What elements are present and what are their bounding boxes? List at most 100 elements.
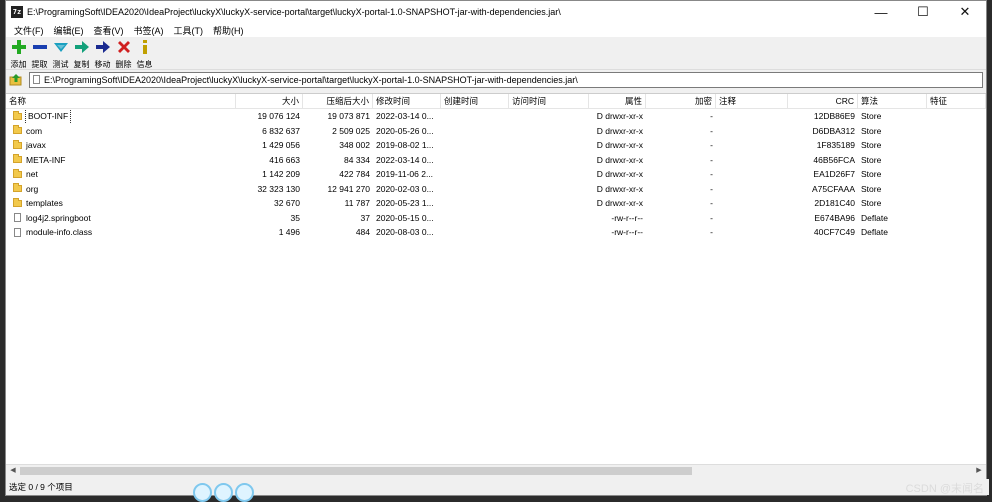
status-bar: 选定 0 / 9 个项目 xyxy=(6,479,989,495)
menu-item[interactable]: 帮助(H) xyxy=(208,24,249,37)
crc-cell: EA1D26F7 xyxy=(813,169,855,179)
method-cell: Store xyxy=(861,111,882,121)
column-header-attributes[interactable]: 属性 xyxy=(589,94,646,108)
table-row[interactable]: META-INF 416 663 84 334 2022-03-14 0... D dr… xyxy=(6,153,986,168)
encrypted-cell: - xyxy=(710,140,713,150)
encrypted-cell: - xyxy=(710,111,713,121)
toolbar-copy-button[interactable]: 复制 xyxy=(71,37,92,69)
packed-size-cell: 484 xyxy=(355,227,370,237)
packed-size-cell: 2 509 025 xyxy=(332,125,370,136)
column-header-comment[interactable]: 注释 xyxy=(716,94,788,108)
attributes-cell: D drwxr-xr-x xyxy=(596,125,643,136)
scroll-right-icon[interactable]: ▶ xyxy=(974,467,984,475)
folder-icon xyxy=(13,168,22,178)
method-cell: Deflate xyxy=(861,212,888,223)
crc-cell: D6DBA312 xyxy=(812,125,855,136)
folder-icon xyxy=(13,110,22,120)
crc-cell: 12DB86E9 xyxy=(813,111,855,121)
table-row[interactable]: module-info.class 1 496 484 2020-08-03 0...… xyxy=(6,225,986,240)
column-header-packed-size[interactable]: 压缩后大小 xyxy=(303,94,373,108)
column-header-encrypted[interactable]: 加密 xyxy=(646,94,716,108)
name-cell: javax xyxy=(6,138,236,153)
menu-item[interactable]: 文件(F) xyxy=(9,24,49,37)
encrypted-cell: - xyxy=(710,125,713,136)
crc-cell: E674BA96 xyxy=(814,212,855,223)
folder-up-icon[interactable] xyxy=(9,73,23,87)
table-row[interactable]: org 32 323 130 12 941 270 2020-02-03 0... D … xyxy=(6,182,986,197)
toolbar-info-button[interactable]: 信息 xyxy=(134,37,155,69)
crc-cell: 2D181C40 xyxy=(814,198,855,208)
attributes-cell: D drwxr-xr-x xyxy=(596,140,643,150)
toolbar-label: 测试 xyxy=(52,60,69,69)
method-cell: Deflate xyxy=(861,227,888,237)
encrypted-cell: - xyxy=(710,183,713,194)
column-header-size[interactable]: 大小 xyxy=(236,94,303,108)
address-text: E:\ProgramingSoft\IDEA2020\IdeaProject\l… xyxy=(44,75,578,85)
toolbar-test-button[interactable]: 测试 xyxy=(50,37,71,69)
column-header-crc[interactable]: CRC xyxy=(788,94,858,108)
file-icon xyxy=(14,213,21,223)
modified-cell: 2019-08-02 1... xyxy=(376,140,434,150)
menu-item[interactable]: 查看(V) xyxy=(89,24,129,37)
encrypted-cell: - xyxy=(710,212,713,223)
packed-size-cell: 19 073 871 xyxy=(327,111,370,121)
attributes-cell: -rw-r--r-- xyxy=(611,227,643,237)
minimize-button[interactable]: — xyxy=(860,1,902,23)
table-row[interactable]: com 6 832 637 2 509 025 2020-05-26 0... D dr… xyxy=(6,124,986,139)
method-cell: Store xyxy=(861,183,882,194)
folder-icon xyxy=(13,154,22,164)
method-cell: Store xyxy=(861,125,882,136)
toolbar-delete-button[interactable]: 删除 xyxy=(113,37,134,69)
copy-icon xyxy=(74,39,90,57)
column-header-method[interactable]: 算法 xyxy=(858,94,927,108)
toolbar-label: 添加 xyxy=(10,60,27,69)
modified-cell: 2019-11-06 2... xyxy=(376,169,434,179)
menu-item[interactable]: 书签(A) xyxy=(129,24,169,37)
toolbar-add-button[interactable]: 添加 xyxy=(8,37,29,69)
column-header-modified[interactable]: 修改时间 xyxy=(373,94,441,108)
scrollbar-thumb[interactable] xyxy=(20,467,692,475)
attributes-cell: D drwxr-xr-x xyxy=(596,198,643,208)
table-row[interactable]: net 1 142 209 422 784 2019-11-06 2... D drwx… xyxy=(6,167,986,182)
packed-size-cell: 422 784 xyxy=(339,169,370,179)
maximize-button[interactable]: ☐ xyxy=(902,1,944,23)
info-icon xyxy=(137,39,153,57)
name-cell: META-INF xyxy=(6,153,236,168)
extract-icon xyxy=(32,39,48,57)
table-row[interactable]: BOOT-INF 19 076 124 19 073 871 2022-03-14 0… xyxy=(6,109,986,124)
horizontal-scrollbar[interactable]: ◀ ▶ xyxy=(6,464,986,477)
menu-bar: 文件(F) 编辑(E) 查看(V) 书签(A) 工具(T) 帮助(H) xyxy=(6,23,986,37)
address-input[interactable]: E:\ProgramingSoft\IDEA2020\IdeaProject\l… xyxy=(29,72,983,88)
file-list[interactable]: 名称 大小 压缩后大小 修改时间 创建时间 访问时间 属性 加密 注释 CRC … xyxy=(6,93,986,465)
column-header-characteristics[interactable]: 特征 xyxy=(927,94,986,108)
packed-size-cell: 348 002 xyxy=(339,140,370,150)
archive-window: 7z E:\ProgramingSoft\IDEA2020\IdeaProjec… xyxy=(5,0,989,496)
attributes-cell: D drwxr-xr-x xyxy=(596,154,643,165)
attributes-cell: D drwxr-xr-x xyxy=(596,169,643,179)
packed-size-cell: 12 941 270 xyxy=(327,183,370,194)
modified-cell: 2022-03-14 0... xyxy=(376,154,434,165)
item-name: META-INF xyxy=(26,154,66,165)
table-row[interactable]: javax 1 429 056 348 002 2019-08-02 1... D dr… xyxy=(6,138,986,153)
modified-cell: 2020-05-15 0... xyxy=(376,212,434,223)
scroll-left-icon[interactable]: ◀ xyxy=(8,467,18,475)
toolbar-move-button[interactable]: 移动 xyxy=(92,37,113,69)
title-bar[interactable]: 7z E:\ProgramingSoft\IDEA2020\IdeaProjec… xyxy=(6,1,986,23)
crc-cell: 40CF7C49 xyxy=(813,227,855,237)
close-button[interactable]: ✕ xyxy=(944,1,986,23)
encrypted-cell: - xyxy=(710,198,713,208)
folder-icon xyxy=(13,197,22,207)
add-icon xyxy=(11,39,27,57)
table-row[interactable]: templates 32 670 11 787 2020-05-23 1... D dr… xyxy=(6,196,986,211)
bubble-icon xyxy=(193,483,212,502)
table-row[interactable]: log4j2.springboot 35 37 2020-05-15 0... -rw-… xyxy=(6,211,986,226)
toolbar-label: 移动 xyxy=(94,60,111,69)
toolbar-extract-button[interactable]: 提取 xyxy=(29,37,50,69)
column-header-name[interactable]: 名称 xyxy=(6,94,236,108)
modified-cell: 2020-08-03 0... xyxy=(376,227,434,237)
menu-item[interactable]: 工具(T) xyxy=(169,24,209,37)
column-header-accessed[interactable]: 访问时间 xyxy=(509,94,589,108)
menu-item[interactable]: 编辑(E) xyxy=(49,24,89,37)
item-name: org xyxy=(26,183,39,194)
column-header-created[interactable]: 创建时间 xyxy=(441,94,509,108)
